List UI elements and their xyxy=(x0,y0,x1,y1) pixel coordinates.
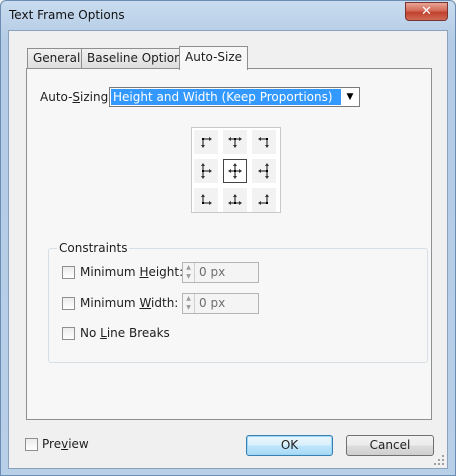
ref-point-middle-left[interactable] xyxy=(194,159,218,183)
minimum-width-label: Minimum Width: xyxy=(80,296,179,310)
close-button[interactable]: ✕ xyxy=(405,2,448,21)
ref-point-top-center[interactable] xyxy=(223,130,247,154)
ref-point-bottom-right[interactable] xyxy=(252,188,276,212)
auto-size-panel: Auto-Sizing Height and Width (Keep Propo… xyxy=(26,68,432,420)
stepper-arrows-icon[interactable]: ▲ ▼ xyxy=(183,294,195,313)
dialog-window: Text Frame Options ✕ General Baseline Op… xyxy=(0,0,456,476)
auto-sizing-selected-value: Height and Width (Keep Proportions) xyxy=(111,89,341,105)
ref-point-top-right[interactable] xyxy=(252,130,276,154)
reference-point-grid xyxy=(191,127,281,213)
ref-point-middle-right[interactable] xyxy=(252,159,276,183)
no-line-breaks-label: No Line Breaks xyxy=(80,326,170,340)
tab-general-label: General xyxy=(33,51,81,65)
ref-point-center[interactable] xyxy=(223,159,247,183)
constraints-legend: Constraints xyxy=(57,241,130,255)
cancel-button[interactable]: Cancel xyxy=(346,435,434,456)
tab-general[interactable]: General xyxy=(27,48,87,69)
ref-point-bottom-left[interactable] xyxy=(194,188,218,212)
minimum-height-stepper[interactable]: ▲ ▼ 0 px xyxy=(182,262,259,283)
minimum-height-checkbox[interactable] xyxy=(62,266,75,279)
window-title: Text Frame Options xyxy=(9,8,125,22)
minimum-width-value: 0 px xyxy=(199,296,226,310)
arrows-left-right-up-icon xyxy=(228,194,242,205)
dialog-client-area: General Baseline Options Auto-Size Auto-… xyxy=(8,30,448,469)
auto-sizing-dropdown[interactable]: Height and Width (Keep Proportions) ▼ xyxy=(109,87,360,107)
arrow-down-right-icon xyxy=(201,137,212,148)
title-bar[interactable]: Text Frame Options ✕ xyxy=(1,1,455,31)
chevron-down-icon[interactable]: ▼ xyxy=(343,90,357,104)
minimum-width-checkbox[interactable] xyxy=(62,297,75,310)
arrows-up-down-left-icon xyxy=(258,163,269,179)
constraints-group: Constraints Minimum Height: ▲ ▼ 0 px Mini… xyxy=(48,241,428,363)
preview-checkbox[interactable] xyxy=(25,438,38,451)
arrow-up-left-icon xyxy=(258,194,269,205)
tab-auto-size-label: Auto-Size xyxy=(185,50,243,64)
tab-baseline-options-label: Baseline Options xyxy=(87,51,188,65)
minimum-height-value: 0 px xyxy=(199,265,226,279)
preview-label: Preview xyxy=(42,437,89,451)
arrows-up-down-right-icon xyxy=(201,163,212,179)
tab-baseline-options[interactable]: Baseline Options xyxy=(81,48,194,69)
stepper-arrows-icon[interactable]: ▲ ▼ xyxy=(183,263,195,282)
ref-point-top-left[interactable] xyxy=(194,130,218,154)
tab-auto-size[interactable]: Auto-Size xyxy=(179,46,249,70)
ok-button[interactable]: OK xyxy=(246,435,333,456)
move-arrows-icon xyxy=(228,163,242,179)
minimum-height-label: Minimum Height: xyxy=(80,265,184,279)
arrow-down-left-icon xyxy=(258,137,269,148)
arrows-left-right-down-icon xyxy=(228,137,242,148)
no-line-breaks-checkbox[interactable] xyxy=(62,327,75,340)
resize-grip-icon[interactable] xyxy=(433,454,445,466)
arrow-up-right-icon xyxy=(201,194,212,205)
ref-point-bottom-center[interactable] xyxy=(223,188,247,212)
auto-sizing-label: Auto-Sizing xyxy=(40,90,109,104)
minimum-width-stepper[interactable]: ▲ ▼ 0 px xyxy=(182,293,259,314)
